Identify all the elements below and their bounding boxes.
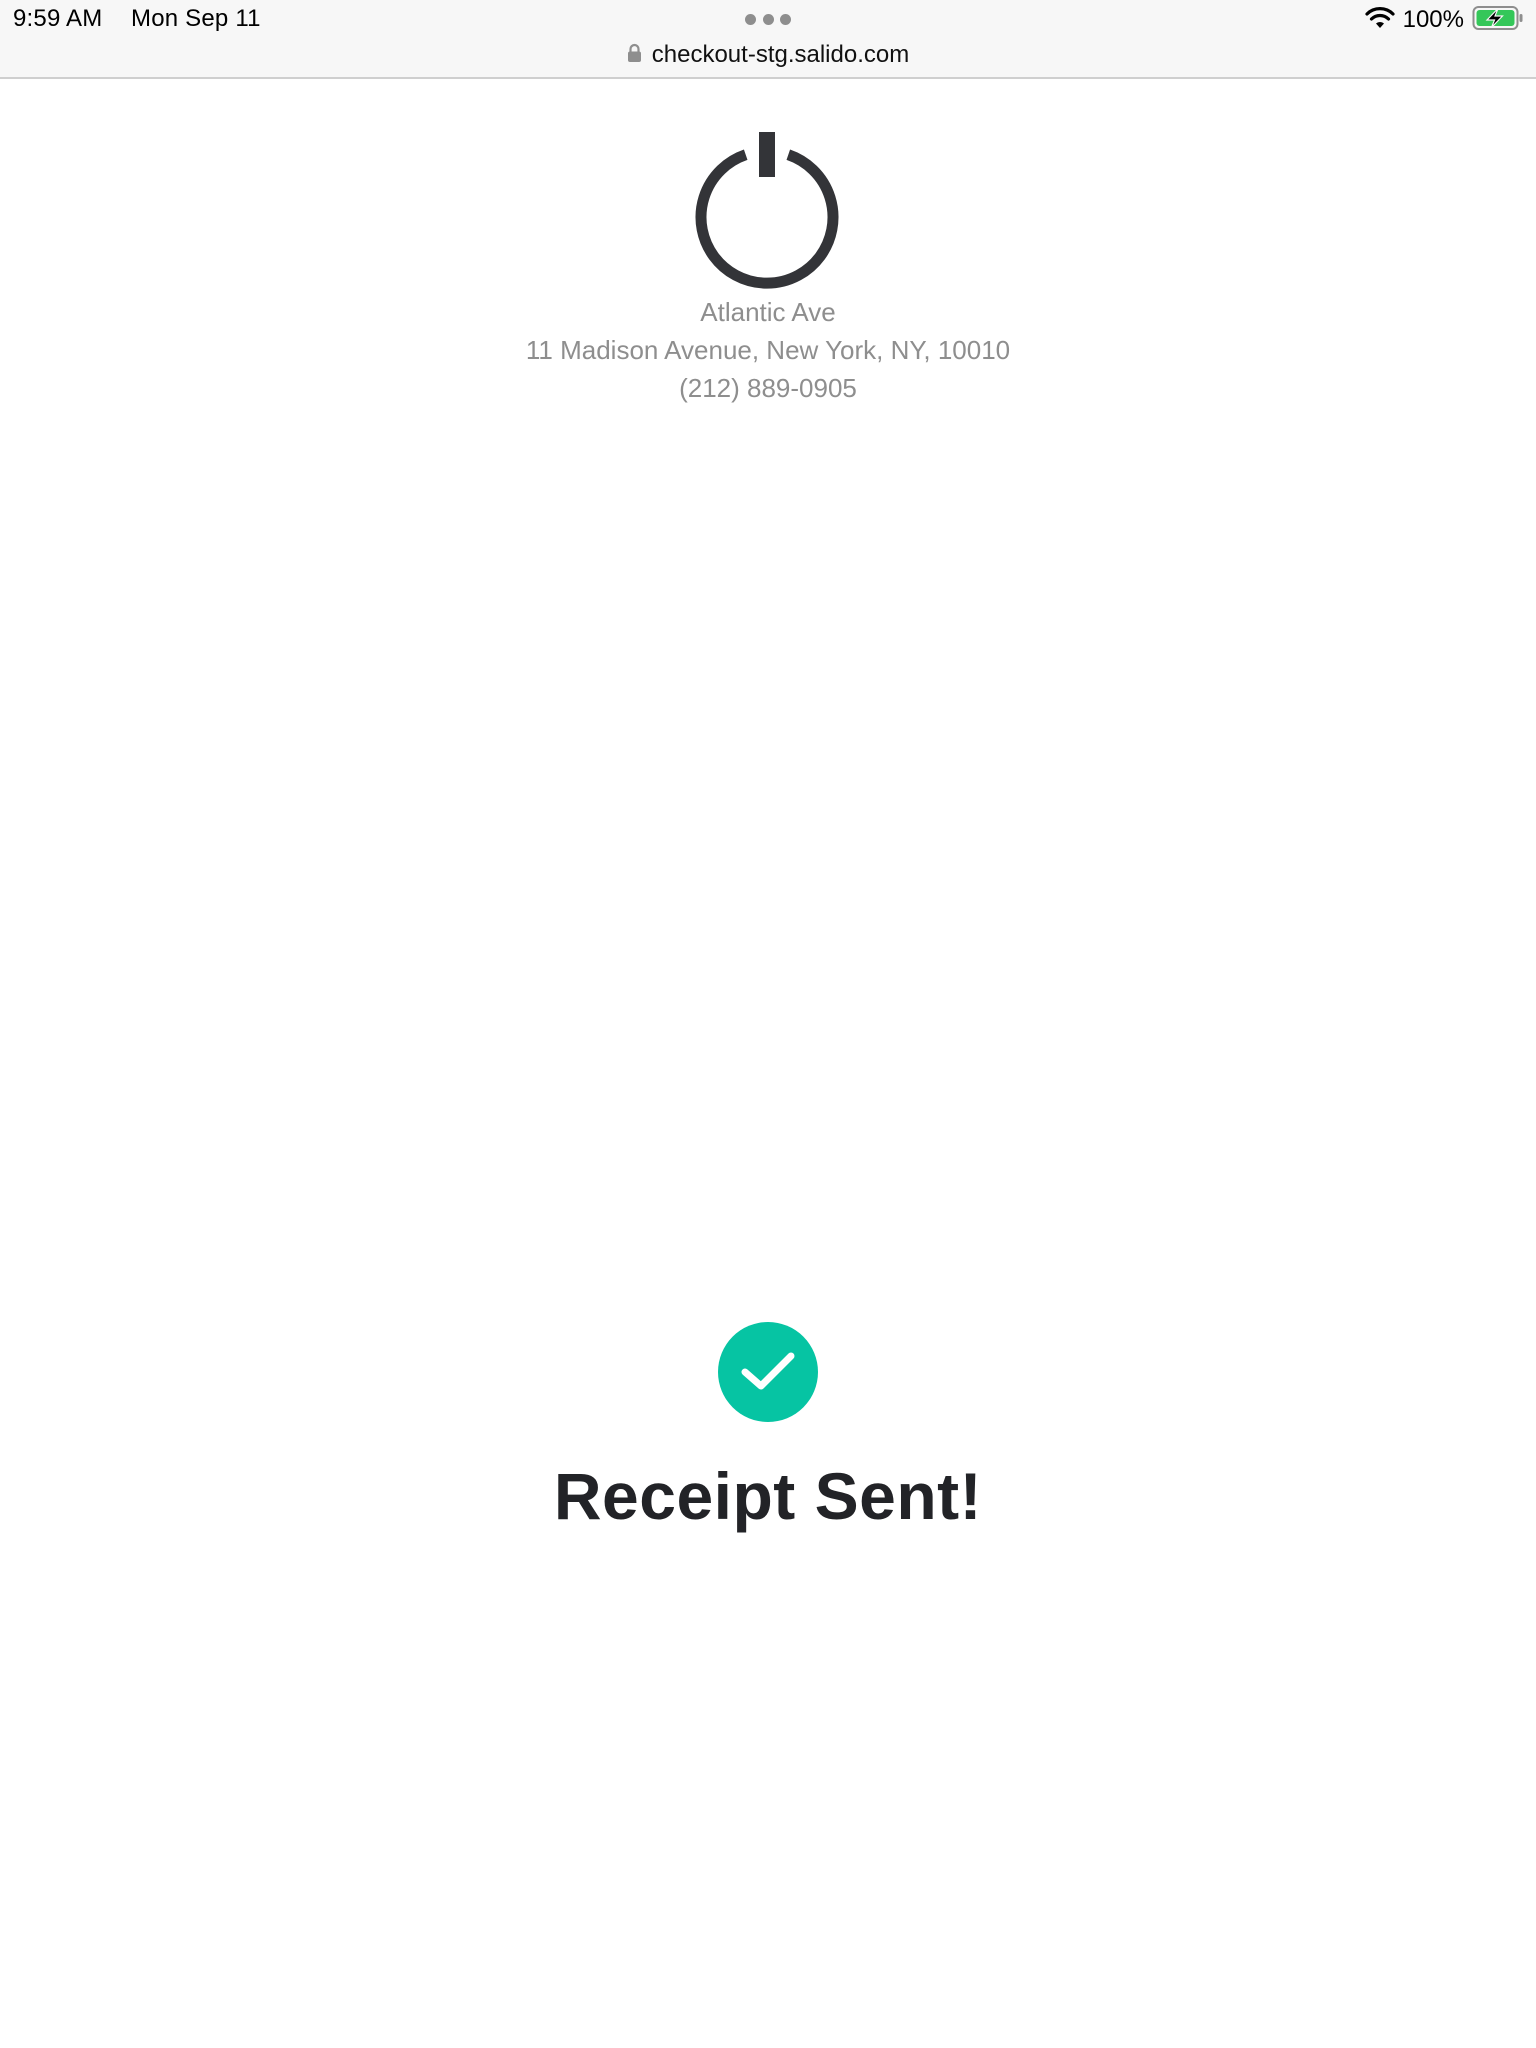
- battery-charging-icon: [1472, 5, 1524, 36]
- lock-icon: [627, 43, 642, 68]
- url-text: checkout-stg.salido.com: [651, 41, 910, 68]
- browser-chrome: 9:59 AM Mon Sep 11 100% checkout-stg.sal…: [0, 0, 1536, 79]
- confirmation-title: Receipt Sent!: [553, 1459, 983, 1533]
- battery-percent: 100%: [1402, 6, 1464, 33]
- merchant-phone: (212) 889-0905: [679, 373, 857, 403]
- merchant-name: Atlantic Ave: [700, 297, 836, 327]
- status-right: 100%: [1365, 4, 1524, 36]
- url-bar[interactable]: checkout-stg.salido.com: [0, 38, 1536, 72]
- merchant-address: 11 Madison Avenue, New York, NY, 10010: [525, 335, 1011, 365]
- multitask-dots-icon[interactable]: [745, 14, 791, 26]
- status-time: 9:59 AM: [13, 5, 103, 32]
- wifi-icon: [1365, 6, 1395, 35]
- checkmark-icon: [718, 1322, 818, 1422]
- power-icon: [693, 130, 843, 295]
- status-date: Mon Sep 11: [131, 5, 261, 32]
- merchant-info: Atlantic Ave 11 Madison Avenue, New York…: [0, 293, 1536, 407]
